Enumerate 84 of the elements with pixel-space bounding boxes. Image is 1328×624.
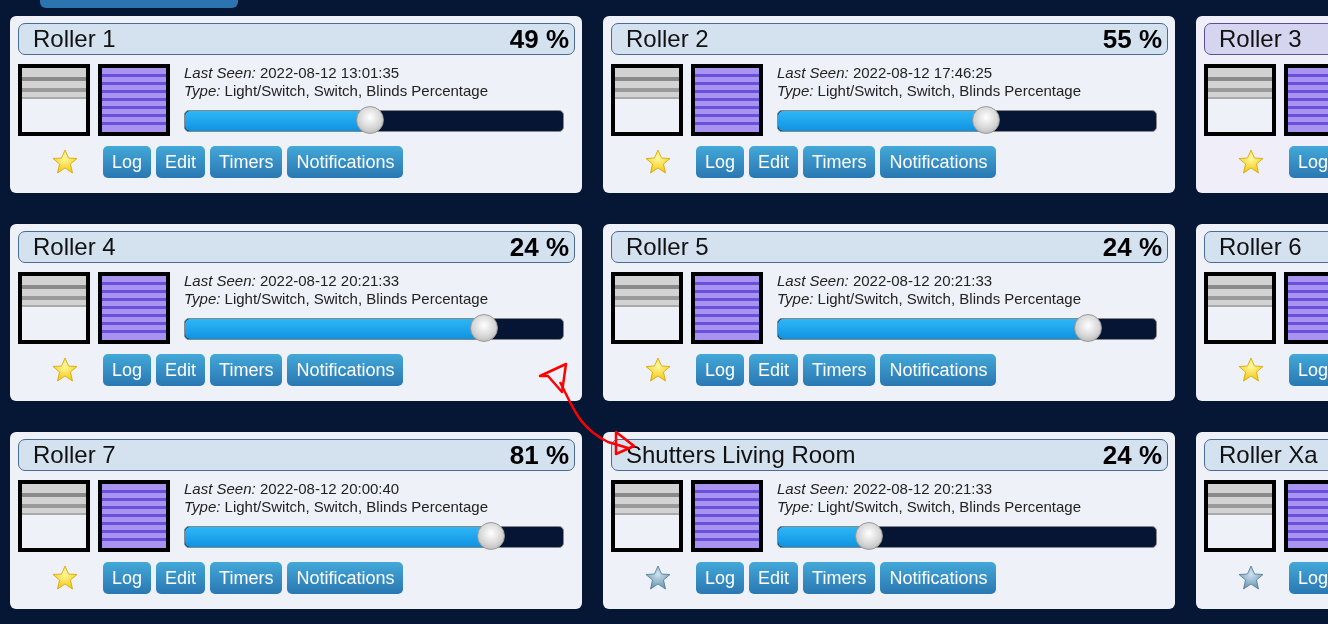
action-button[interactable]: Edit	[749, 146, 799, 178]
device-percent: 49 %	[509, 23, 569, 55]
device-name: Roller 4	[33, 233, 116, 261]
action-button[interactable]: Notifications	[880, 146, 997, 178]
action-button[interactable]: Notifications	[287, 562, 404, 594]
favorite-star-icon[interactable]	[52, 565, 78, 591]
open-blind-icon	[18, 64, 90, 136]
slider-handle[interactable]	[971, 106, 1000, 134]
last-seen-text: Last Seen: 2022-08-12 20:21:33	[184, 272, 401, 290]
action-button[interactable]: Log	[103, 146, 152, 178]
action-button[interactable]: Notifications	[880, 354, 997, 386]
closed-blind-icon	[691, 272, 763, 344]
device-name: Roller 6	[1219, 233, 1302, 261]
device-name: Roller 3	[1219, 25, 1302, 53]
favorite-star-icon[interactable]	[645, 149, 671, 175]
device-name: Roller 2	[626, 25, 709, 53]
action-button[interactable]: Log	[696, 146, 745, 178]
open-blind-icon	[611, 64, 683, 136]
action-button[interactable]: Timers	[803, 562, 876, 594]
closed-blind-icon	[98, 272, 170, 344]
open-blind-icon	[611, 480, 683, 552]
closed-blind-icon	[98, 64, 170, 136]
action-button[interactable]: Timers	[210, 354, 283, 386]
device-percent: 55 %	[1102, 23, 1162, 55]
action-button[interactable]: Notifications	[287, 354, 404, 386]
favorite-star-icon[interactable]	[645, 565, 671, 591]
type-text: Type: Light/Switch, Switch, Blinds Percentage	[777, 82, 1083, 100]
action-button[interactable]: Edit	[749, 562, 799, 594]
favorite-star-icon[interactable]	[645, 357, 671, 383]
last-seen-text: Last Seen: 2022-08-12 13:01:35	[184, 64, 401, 82]
type-text: Type: Light/Switch, Switch, Blinds Percentage	[777, 498, 1083, 516]
action-button[interactable]: Notifications	[880, 562, 997, 594]
last-seen-text: Last Seen: 2022-08-12 20:21:33	[777, 272, 994, 290]
closed-blind-icon	[98, 480, 170, 552]
open-blind-icon	[18, 272, 90, 344]
action-button[interactable]: Edit	[749, 354, 799, 386]
last-seen-text: Last Seen: 2022-08-12 17:46:25	[777, 64, 994, 82]
favorite-star-icon[interactable]	[52, 357, 78, 383]
action-button[interactable]: Log	[696, 354, 745, 386]
open-blind-icon	[1204, 272, 1276, 344]
open-blind-icon	[1204, 480, 1276, 552]
device-name: Roller Xa	[1219, 441, 1318, 469]
action-button[interactable]: Log	[1289, 562, 1328, 594]
type-text: Type: Light/Switch, Switch, Blinds Percentage	[184, 82, 490, 100]
action-button[interactable]: Timers	[803, 146, 876, 178]
action-button[interactable]: Log	[103, 562, 152, 594]
action-button[interactable]: Log	[1289, 146, 1328, 178]
device-percent: 24 %	[509, 231, 569, 263]
device-name: Roller 5	[626, 233, 709, 261]
favorite-star-icon[interactable]	[1238, 357, 1264, 383]
action-button[interactable]: Timers	[803, 354, 876, 386]
action-button[interactable]: Notifications	[287, 146, 404, 178]
device-name: Shutters Living Room	[626, 441, 856, 469]
favorite-star-icon[interactable]	[1238, 565, 1264, 591]
closed-blind-icon	[691, 64, 763, 136]
device-name: Roller 7	[33, 441, 116, 469]
open-blind-icon	[1204, 64, 1276, 136]
favorite-star-icon[interactable]	[1238, 149, 1264, 175]
action-button[interactable]: Edit	[156, 562, 206, 594]
device-percent: 81 %	[509, 439, 569, 471]
action-button[interactable]: Log	[103, 354, 152, 386]
closed-blind-icon	[691, 480, 763, 552]
slider-handle[interactable]	[477, 522, 506, 550]
slider-handle[interactable]	[854, 522, 883, 550]
type-text: Type: Light/Switch, Switch, Blinds Percentage	[777, 290, 1083, 308]
open-blind-icon	[18, 480, 90, 552]
action-button[interactable]: Timers	[210, 146, 283, 178]
slider-handle[interactable]	[469, 314, 498, 342]
open-blind-icon	[611, 272, 683, 344]
last-seen-text: Last Seen: 2022-08-12 20:00:40	[184, 480, 401, 498]
device-percent: 24 %	[1102, 231, 1162, 263]
type-text: Type: Light/Switch, Switch, Blinds Percentage	[184, 290, 490, 308]
action-button[interactable]: Log	[1289, 354, 1328, 386]
action-button[interactable]: Edit	[156, 354, 206, 386]
action-button[interactable]: Edit	[156, 146, 206, 178]
slider-handle[interactable]	[356, 106, 385, 134]
slider-handle[interactable]	[1073, 314, 1102, 342]
action-button[interactable]: Timers	[210, 562, 283, 594]
favorite-star-icon[interactable]	[52, 149, 78, 175]
last-seen-text: Last Seen: 2022-08-12 20:21:33	[777, 480, 994, 498]
action-button[interactable]: Log	[696, 562, 745, 594]
device-name: Roller 1	[33, 25, 116, 53]
type-text: Type: Light/Switch, Switch, Blinds Percentage	[184, 498, 490, 516]
device-percent: 24 %	[1102, 439, 1162, 471]
